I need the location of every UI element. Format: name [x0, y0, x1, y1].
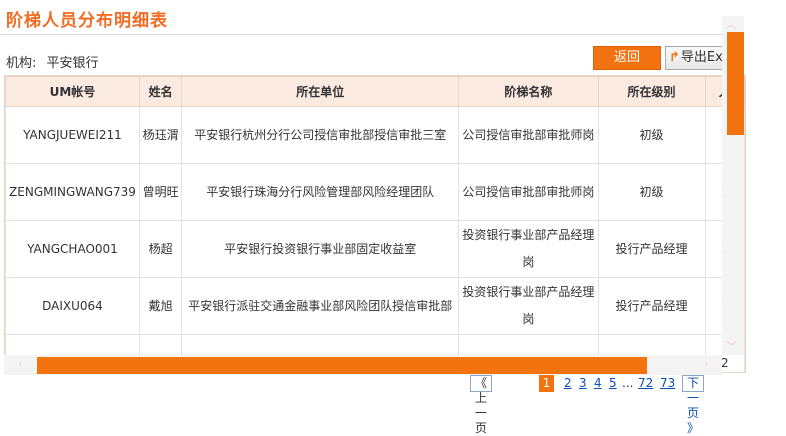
cell-ladder: 投资银行事业部产品经理岗: [458, 277, 599, 335]
cell-ladder: 公司授信审批部审批师岗: [458, 163, 599, 221]
current-page: 1: [539, 375, 554, 392]
page-link[interactable]: 3: [579, 375, 587, 392]
cell-unit: 平安银行珠海分行风险管理部风险经理团队: [181, 163, 460, 221]
org-label: 机构:: [6, 56, 37, 71]
cell-um: YANGCHAO001: [5, 220, 140, 278]
export-arrow-icon: ↱: [669, 50, 680, 65]
column-header-name[interactable]: 姓名: [138, 76, 183, 107]
page-link[interactable]: 72: [638, 375, 653, 392]
cell-um: ZENGMINGWANG739: [5, 163, 140, 221]
table-row[interactable]: ZENGMINGWANG739 曾明旺 平安银行珠海分行风险管理部风险经理团队 …: [5, 163, 745, 221]
chevron-up-icon[interactable]: ︿: [726, 16, 737, 32]
chevron-left-icon[interactable]: ‹: [18, 357, 22, 370]
page-link[interactable]: 2: [564, 375, 572, 392]
cell-um: DAIXU064: [5, 277, 140, 335]
table-row[interactable]: DAIXU064 戴旭 平安银行派驻交通金融事业部风险团队授信审批部 投资银行事…: [5, 277, 745, 335]
column-header-ladder[interactable]: 阶梯名称: [458, 76, 599, 107]
column-header-unit[interactable]: 所在单位: [181, 76, 460, 107]
cell-ladder: 投资银行事业部产品经理岗: [458, 220, 599, 278]
cell-unit: 平安银行派驻交通金融事业部风险团队授信审批部: [181, 277, 460, 335]
cell-level: 初级: [597, 163, 706, 221]
cell-name: 杨珏渭: [138, 106, 183, 164]
page-link[interactable]: 73: [660, 375, 675, 392]
cell-level: 投行产品经理: [597, 277, 706, 335]
back-button[interactable]: 返回: [593, 46, 661, 70]
vertical-scroll-thumb[interactable]: [727, 32, 744, 135]
chevron-down-icon[interactable]: ﹀: [726, 338, 737, 354]
org-value: 平安银行: [46, 56, 99, 71]
next-page-button[interactable]: 下一页 》: [682, 375, 705, 435]
data-grid: UM帐号 姓名 所在单位 阶梯名称 所在级别 入 YANGJUEWEI211 杨…: [4, 75, 746, 373]
title-divider: [0, 34, 744, 35]
column-header-um[interactable]: UM帐号: [5, 76, 140, 107]
pagination-ellipsis: ...: [622, 376, 634, 390]
cell-level: 初级: [597, 106, 706, 164]
table-header-row: UM帐号 姓名 所在单位 阶梯名称 所在级别 入: [5, 76, 745, 107]
cell-ladder: 公司授信审批部审批师岗: [458, 106, 599, 164]
chevron-right-icon[interactable]: ›: [704, 357, 708, 370]
vertical-scrollbar[interactable]: ︿ ﹀: [722, 16, 744, 355]
org-info: 机构: 平安银行: [6, 52, 99, 71]
cell-name: 戴旭: [138, 277, 183, 335]
cell-name: 曾明旺: [138, 163, 183, 221]
personnel-table: UM帐号 姓名 所在单位 阶梯名称 所在级别 入 YANGJUEWEI211 杨…: [5, 76, 745, 372]
page-link[interactable]: 4: [594, 375, 602, 392]
cell-unit: 平安银行杭州分行公司授信审批部授信审批三室: [181, 106, 460, 164]
cell-name: 杨超: [138, 220, 183, 278]
page-title: 阶梯人员分布明细表: [6, 11, 168, 31]
horizontal-scroll-thumb[interactable]: [37, 357, 647, 374]
cell-level: 投行产品经理: [597, 220, 706, 278]
table-row[interactable]: YANGJUEWEI211 杨珏渭 平安银行杭州分行公司授信审批部授信审批三室 …: [5, 106, 745, 164]
horizontal-scrollbar[interactable]: ‹ ›: [4, 355, 722, 375]
cell-unit: 平安银行投资银行事业部固定收益室: [181, 220, 460, 278]
table-row[interactable]: YANGCHAO001 杨超 平安银行投资银行事业部固定收益室 投资银行事业部产…: [5, 220, 745, 278]
column-header-level[interactable]: 所在级别: [597, 76, 706, 107]
cell-um: YANGJUEWEI211: [5, 106, 140, 164]
prev-page-button[interactable]: 《 上一页: [470, 375, 493, 435]
page-link[interactable]: 5: [609, 375, 617, 392]
